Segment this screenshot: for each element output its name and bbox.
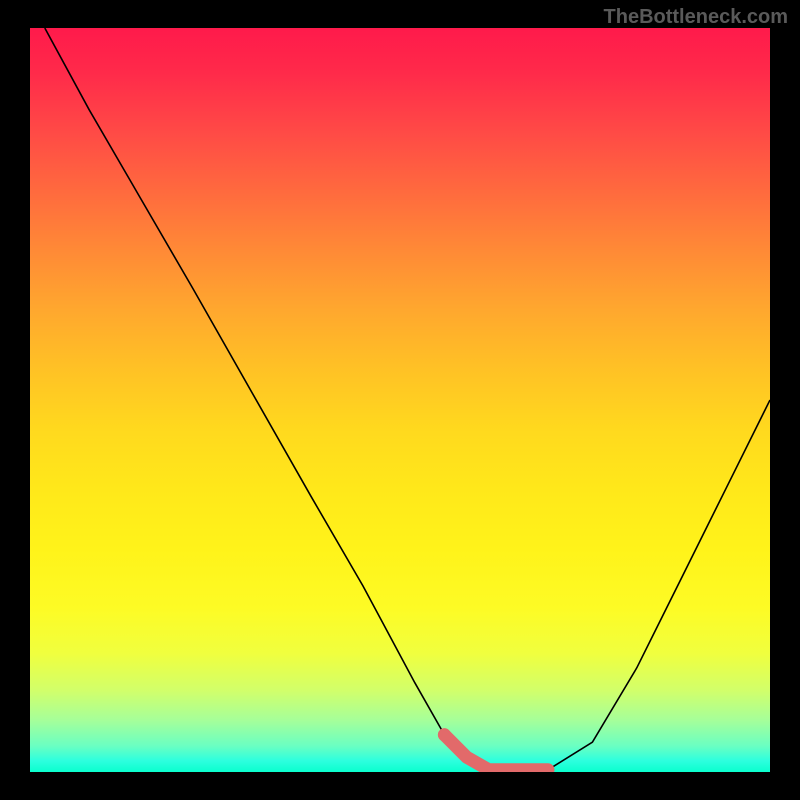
- watermark-text: TheBottleneck.com: [604, 6, 788, 29]
- plot-area: [30, 28, 770, 772]
- highlight-dot: [438, 728, 451, 741]
- chart-container: TheBottleneck.com: [0, 0, 800, 800]
- bottleneck-curve-line: [45, 28, 770, 770]
- curve-svg: [30, 28, 770, 772]
- highlight-segment: [444, 735, 548, 770]
